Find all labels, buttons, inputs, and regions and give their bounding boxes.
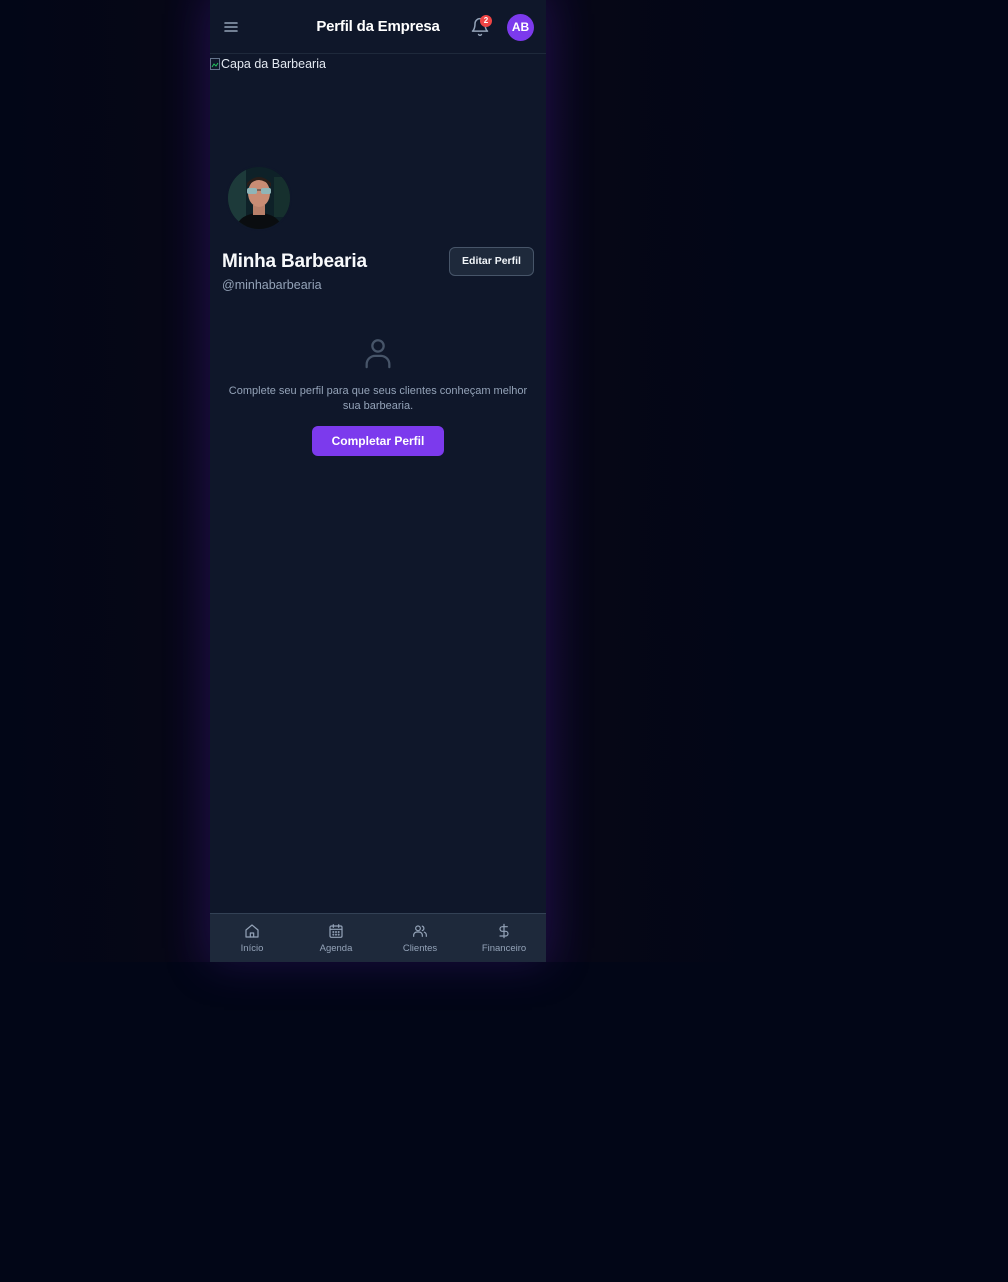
- profile-photo-image: [228, 167, 290, 229]
- nav-item-agenda[interactable]: Agenda: [294, 914, 378, 962]
- business-handle: @minhabarbearia: [222, 278, 322, 292]
- cover-alt-text: Capa da Barbearia: [221, 57, 326, 71]
- nav-label-clientes: Clientes: [402, 943, 438, 954]
- dollar-icon: [499, 923, 509, 939]
- cover-image-alt: Capa da Barbearia: [210, 57, 326, 71]
- mobile-app-frame: Perfil da Empresa 2 AB Capa da Barbearia: [210, 0, 546, 962]
- nav-label-agenda: Agenda: [319, 943, 353, 954]
- page-title: Perfil da Empresa: [316, 18, 440, 35]
- nav-item-financeiro[interactable]: Financeiro: [462, 914, 546, 962]
- complete-profile-message: Complete seu perfil para que seus client…: [228, 385, 528, 412]
- nav-label-inicio: Início: [240, 943, 264, 954]
- nav-item-inicio[interactable]: Início: [210, 914, 294, 962]
- edit-profile-button[interactable]: Editar Perfil: [449, 247, 534, 276]
- user-avatar-button[interactable]: AB: [507, 14, 534, 41]
- home-icon: [245, 924, 259, 938]
- bottom-navigation: Início Agenda Clientes Financeiro: [210, 913, 546, 962]
- cover-image: Capa da Barbearia: [210, 55, 546, 165]
- top-header: Perfil da Empresa 2 AB: [210, 0, 546, 54]
- complete-profile-button[interactable]: Completar Perfil: [312, 426, 444, 456]
- broken-image-icon: [210, 58, 220, 70]
- notification-count-badge: 2: [480, 15, 492, 27]
- nav-label-financeiro: Financeiro: [481, 943, 527, 954]
- nav-item-clientes[interactable]: Clientes: [378, 914, 462, 962]
- calendar-icon: [329, 924, 343, 938]
- business-name: Minha Barbearia: [222, 251, 367, 272]
- user-icon: [365, 339, 391, 369]
- users-icon: [413, 925, 427, 937]
- profile-photo: [226, 165, 292, 231]
